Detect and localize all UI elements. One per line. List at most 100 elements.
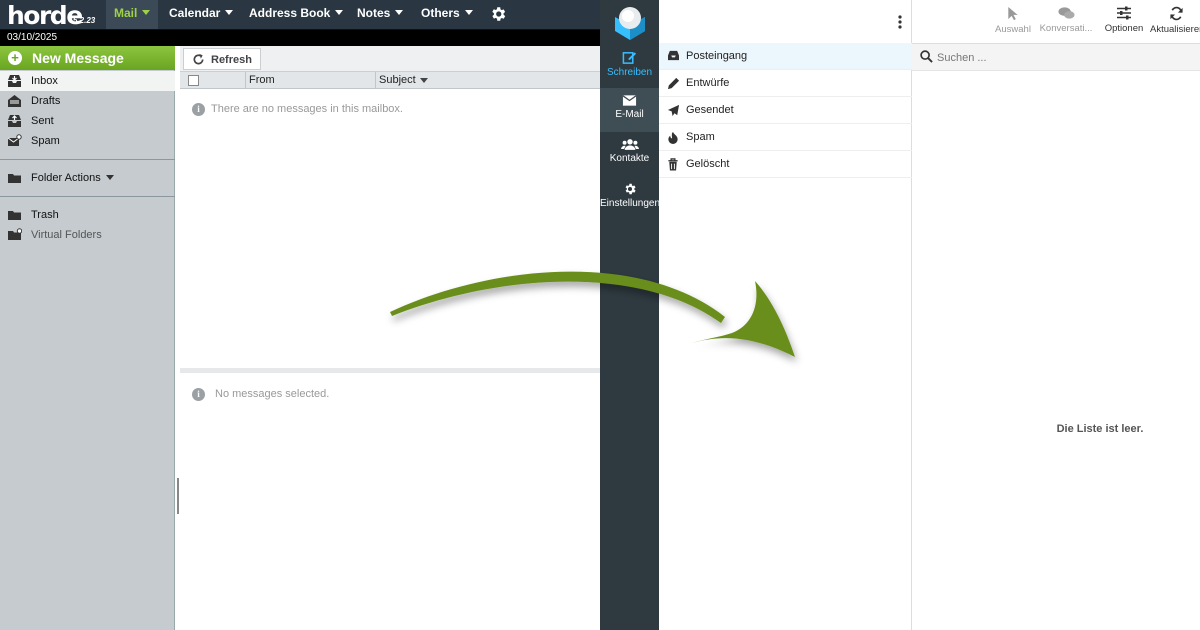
folder-actions-label: Folder Actions	[31, 172, 101, 184]
sidebar-divider	[0, 159, 175, 160]
select-label: Auswahl	[995, 24, 1031, 35]
pane-resize-handle[interactable]	[177, 478, 179, 514]
column-subject[interactable]: Subject	[379, 74, 416, 86]
options-button[interactable]: Optionen	[1100, 0, 1148, 44]
folder-spam-label: Spam	[686, 131, 715, 143]
nav-notes[interactable]: Notes	[349, 0, 411, 29]
nav-settings[interactable]: Einstellungen	[600, 176, 661, 220]
refresh-icon	[1169, 6, 1183, 21]
gear-icon[interactable]	[489, 5, 507, 23]
more-menu-icon[interactable]	[898, 15, 902, 29]
inbox-icon	[8, 75, 21, 87]
horde-topbar: horde 5.2.23 Mail Calendar Address Book …	[0, 0, 600, 30]
search-icon	[920, 50, 933, 63]
envelope-icon	[622, 95, 637, 106]
nav-notes-label: Notes	[357, 6, 391, 20]
folder-trash[interactable]: Trash	[0, 205, 175, 225]
chevron-down-icon	[395, 10, 404, 15]
folder-icon	[8, 174, 21, 183]
chevron-down-icon	[105, 175, 114, 180]
folder-gesendet-label: Gesendet	[686, 104, 734, 116]
threads-button[interactable]: Konversati...	[1038, 0, 1094, 44]
column-divider	[375, 72, 376, 89]
message-toolbar: Auswahl Konversati... Optionen Aktualisi…	[912, 0, 1200, 44]
select-button[interactable]: Auswahl	[990, 0, 1036, 44]
conversation-icon	[1057, 7, 1075, 19]
folder-entwuerfe[interactable]: Entwürfe	[659, 70, 912, 97]
folder-trash-label: Trash	[31, 209, 59, 221]
horde-logo[interactable]: horde	[7, 1, 83, 30]
folder-list-header	[659, 0, 912, 44]
roundcube-webmail: Schreiben E-Mail Kontakte Einstellungen …	[600, 0, 1200, 630]
chevron-down-icon	[464, 10, 473, 15]
message-toolbar: Refresh	[180, 46, 600, 72]
folder-spam-label: Spam	[31, 135, 60, 147]
threads-label: Konversati...	[1039, 23, 1093, 34]
virtual-folder-icon	[8, 228, 22, 240]
column-from[interactable]: From	[249, 74, 275, 86]
folder-actions[interactable]: Folder Actions	[0, 168, 175, 188]
folder-sent[interactable]: Sent	[0, 111, 175, 131]
pencil-icon	[667, 77, 680, 90]
nav-compose[interactable]: Schreiben	[600, 44, 659, 88]
folder-drafts-label: Drafts	[31, 95, 61, 107]
no-selection-message: No messages selected.	[215, 388, 330, 400]
select-all-checkbox[interactable]	[188, 75, 199, 86]
folder-drafts[interactable]: Drafts	[0, 91, 175, 111]
refresh-label: Refresh	[211, 54, 252, 66]
refresh-button[interactable]: Aktualisieren	[1150, 0, 1200, 44]
roundcube-logo[interactable]	[611, 3, 649, 41]
sidebar-divider	[0, 196, 175, 197]
folder-geloescht[interactable]: Gelöscht	[659, 151, 912, 178]
nav-others[interactable]: Others	[413, 0, 481, 29]
folder-virtual-folders[interactable]: Virtual Folders	[0, 225, 175, 245]
sort-caret-icon[interactable]	[420, 78, 428, 83]
folder-spam[interactable]: Spam	[0, 131, 175, 151]
folder-inbox-label: Inbox	[31, 75, 58, 87]
folder-posteingang[interactable]: Posteingang	[659, 43, 912, 70]
folder-list-pane: Posteingang Entwürfe Gesendet Spam Gelös…	[659, 0, 912, 630]
nav-calendar[interactable]: Calendar	[161, 0, 241, 29]
folder-icon	[8, 211, 21, 220]
nav-others-label: Others	[421, 6, 460, 20]
options-label: Optionen	[1104, 23, 1144, 34]
search-input[interactable]	[937, 49, 1187, 66]
sliders-icon	[1117, 6, 1131, 20]
compose-icon	[622, 52, 637, 64]
folder-virtual-folders-label: Virtual Folders	[31, 229, 102, 241]
nav-contacts[interactable]: Kontakte	[600, 132, 659, 176]
refresh-button[interactable]: Refresh	[183, 48, 261, 70]
column-divider	[245, 72, 246, 89]
nav-settings-label: Einstellungen	[600, 198, 661, 209]
message-preview-pane: i No messages selected.	[180, 368, 600, 630]
inbox-icon	[668, 50, 679, 61]
folder-spam[interactable]: Spam	[659, 124, 912, 151]
nav-calendar-label: Calendar	[169, 6, 221, 20]
new-message-button[interactable]: + New Message	[0, 46, 175, 70]
trash-icon	[668, 158, 678, 171]
empty-list-message: Die Liste ist leer.	[1056, 423, 1144, 435]
nav-compose-label: Schreiben	[606, 67, 653, 78]
contacts-icon	[620, 139, 639, 150]
refresh-icon	[193, 53, 204, 65]
folder-inbox[interactable]: Inbox	[0, 71, 175, 91]
nav-mail[interactable]: Mail	[106, 0, 159, 29]
paper-plane-icon	[667, 104, 680, 117]
spam-icon	[7, 134, 22, 146]
plus-icon: +	[8, 51, 22, 65]
folder-sidebar: + New Message Inbox Drafts Sent Spam Fol…	[0, 46, 175, 630]
new-message-label: New Message	[32, 50, 124, 66]
nav-address-book[interactable]: Address Book	[241, 0, 351, 29]
info-icon: i	[192, 388, 205, 401]
nav-mail-label: E-Mail	[615, 109, 644, 120]
sent-icon	[8, 115, 21, 127]
nav-mail[interactable]: E-Mail	[600, 88, 659, 132]
drafts-icon	[8, 95, 21, 107]
date-display: 03/10/2025	[0, 30, 600, 46]
message-list-pane: Refresh From Subject i There are no mess…	[180, 46, 600, 368]
gear-icon	[625, 183, 636, 195]
folder-gesendet[interactable]: Gesendet	[659, 97, 912, 124]
folder-posteingang-label: Posteingang	[686, 50, 748, 62]
chevron-down-icon	[225, 10, 234, 15]
message-list-header: From Subject	[180, 72, 600, 89]
